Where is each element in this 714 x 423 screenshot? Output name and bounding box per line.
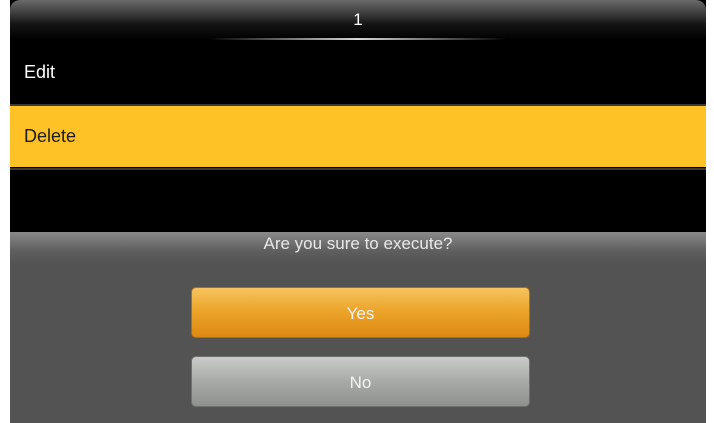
menu-item-edit[interactable]: Edit [10,42,706,103]
no-button[interactable]: No [191,356,530,407]
menu-item-label: Delete [24,126,77,146]
page-title: 1 [353,10,363,29]
dialog-header: Are you sure to execute? [10,232,706,264]
title-bar: 1 [10,0,706,40]
yes-button[interactable]: Yes [191,287,530,338]
dialog-message: Are you sure to execute? [263,234,453,253]
menu-item-label: Edit [24,62,56,82]
divider [10,168,706,170]
menu-item-delete[interactable]: Delete [10,106,706,167]
